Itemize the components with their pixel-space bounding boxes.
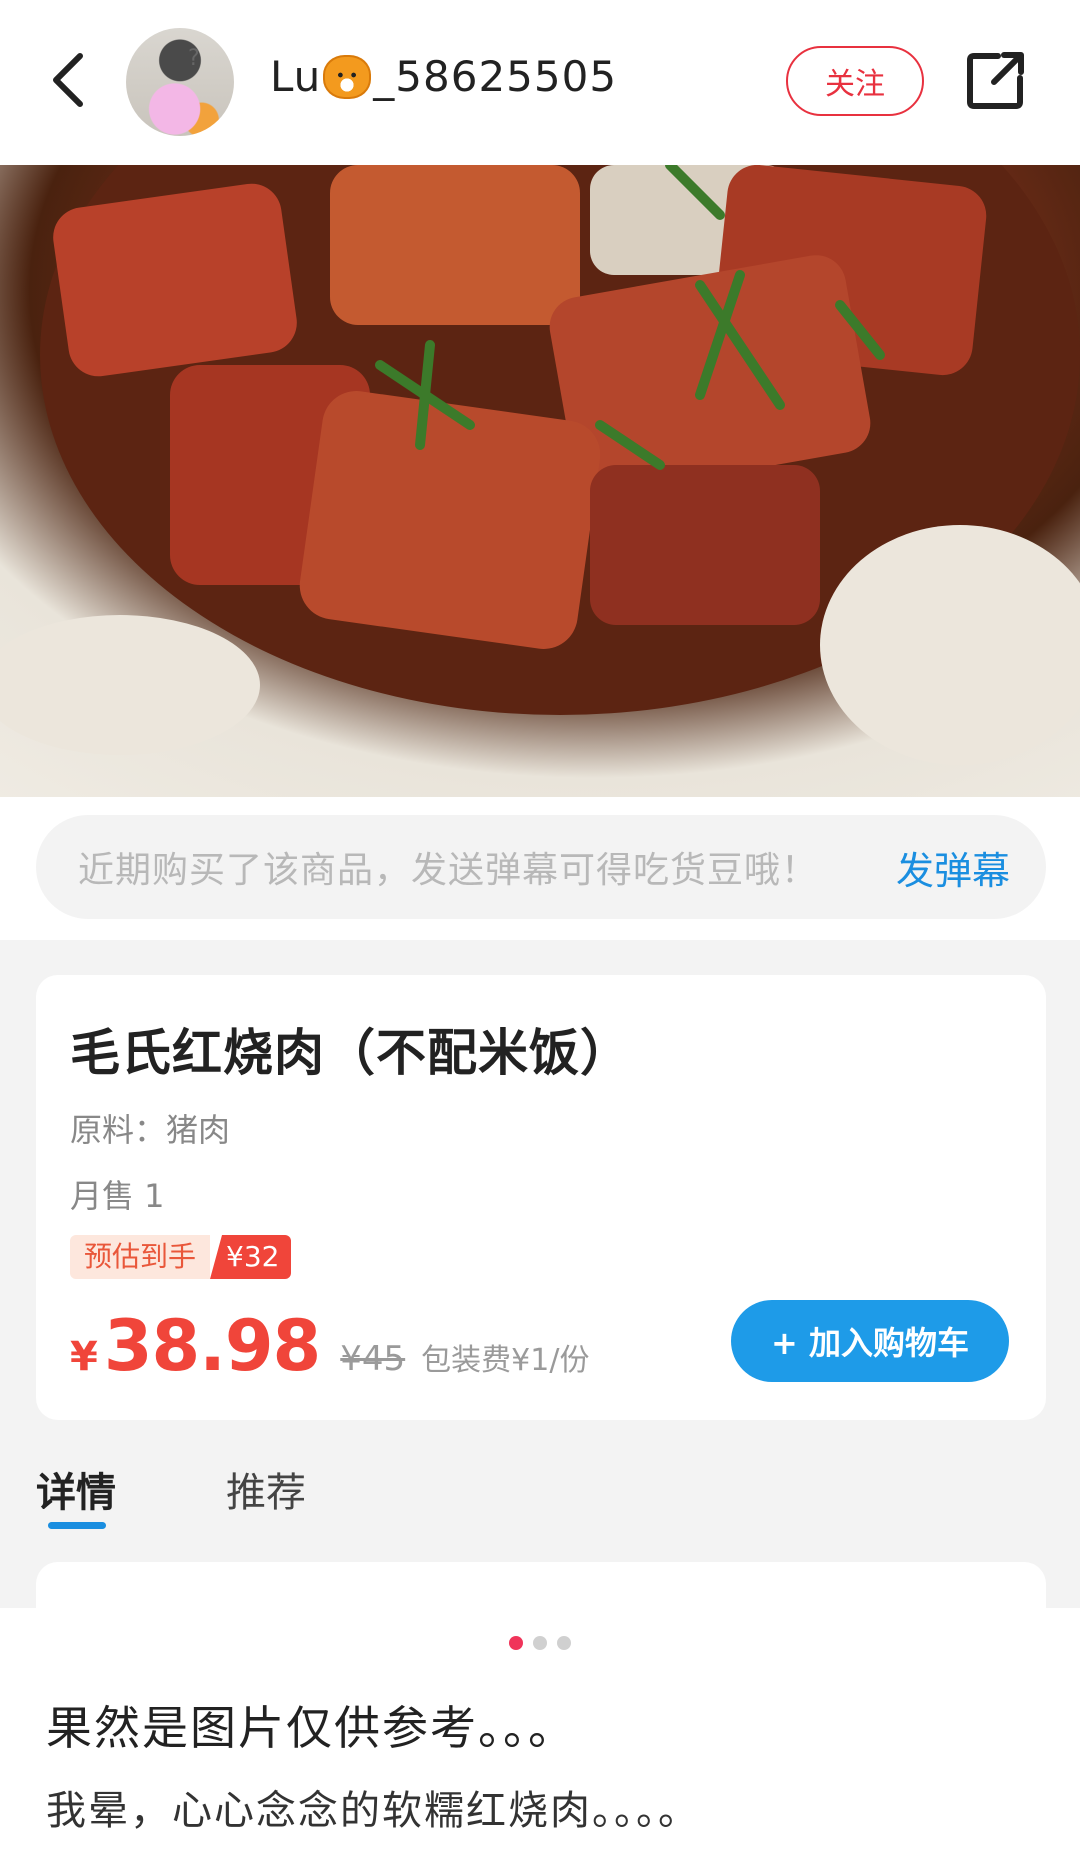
packaging-fee: 包装费¥1/份 bbox=[421, 1343, 590, 1378]
current-price: 38.98 bbox=[103, 1305, 321, 1387]
estimate-price: ¥32 bbox=[210, 1235, 292, 1279]
share-button[interactable] bbox=[964, 48, 1028, 112]
avatar[interactable]: ? bbox=[126, 28, 234, 136]
detail-tabs: 详情 推荐 bbox=[0, 1460, 1080, 1560]
post-body: 果然是图片仅供参考。。。 我晕，心心念念的软糯红烧肉。。。。 bbox=[0, 1608, 1080, 1854]
original-price: ¥45 bbox=[340, 1339, 406, 1379]
chevron-left-icon bbox=[53, 53, 83, 107]
carousel-indicator bbox=[0, 1636, 1080, 1650]
carousel-dot bbox=[509, 1636, 523, 1650]
avatar-decoration: ? bbox=[188, 46, 200, 71]
carousel-dot bbox=[533, 1636, 547, 1650]
carousel-dot bbox=[557, 1636, 571, 1650]
follow-button[interactable]: 关注 bbox=[786, 46, 924, 116]
estimate-label: 预估到手 bbox=[70, 1235, 211, 1279]
product-title: 毛氏红烧肉（不配米饭） bbox=[70, 1024, 631, 1082]
username-suffix: _58625505 bbox=[373, 52, 618, 101]
braised-pork-image bbox=[0, 165, 1080, 765]
tab-detail[interactable]: 详情 bbox=[36, 1460, 116, 1518]
tab-recommend[interactable]: 推荐 bbox=[226, 1460, 306, 1518]
add-to-cart-button[interactable]: + 加入购物车 bbox=[731, 1300, 1009, 1382]
monthly-sales: 月售 1 bbox=[70, 1177, 165, 1215]
ingredients: 原料：猪肉 bbox=[70, 1111, 231, 1149]
active-tab-indicator bbox=[48, 1522, 106, 1529]
post-title: 果然是图片仅供参考。。。 bbox=[46, 1701, 576, 1755]
send-danmaku-button[interactable]: 发弹幕 bbox=[896, 840, 1010, 895]
price-row: ¥ 38.98 ¥45 包装费¥1/份 bbox=[70, 1305, 589, 1387]
username-prefix: Lu bbox=[270, 52, 322, 101]
post-text: 我晕，心心念念的软糯红烧肉。。。。 bbox=[46, 1788, 700, 1834]
share-icon bbox=[967, 52, 1024, 109]
username[interactable]: Lu _58625505 bbox=[270, 52, 617, 101]
estimate-badge: 预估到手 ¥32 bbox=[70, 1235, 292, 1279]
danmaku-hint: 近期购买了该商品，发送弹幕可得吃货豆哦！ bbox=[78, 850, 819, 891]
tiger-emoji-icon bbox=[323, 54, 372, 99]
currency-symbol: ¥ bbox=[70, 1334, 98, 1380]
back-button[interactable] bbox=[38, 45, 98, 115]
top-bar: ? Lu _58625505 关注 bbox=[0, 0, 1080, 165]
danmaku-input[interactable]: 近期购买了该商品，发送弹幕可得吃货豆哦！ 发弹幕 bbox=[36, 815, 1046, 919]
product-card: 毛氏红烧肉（不配米饭） 原料：猪肉 月售 1 预估到手 ¥32 ¥ 38.98 … bbox=[36, 975, 1046, 1420]
product-photo[interactable] bbox=[0, 165, 1080, 797]
